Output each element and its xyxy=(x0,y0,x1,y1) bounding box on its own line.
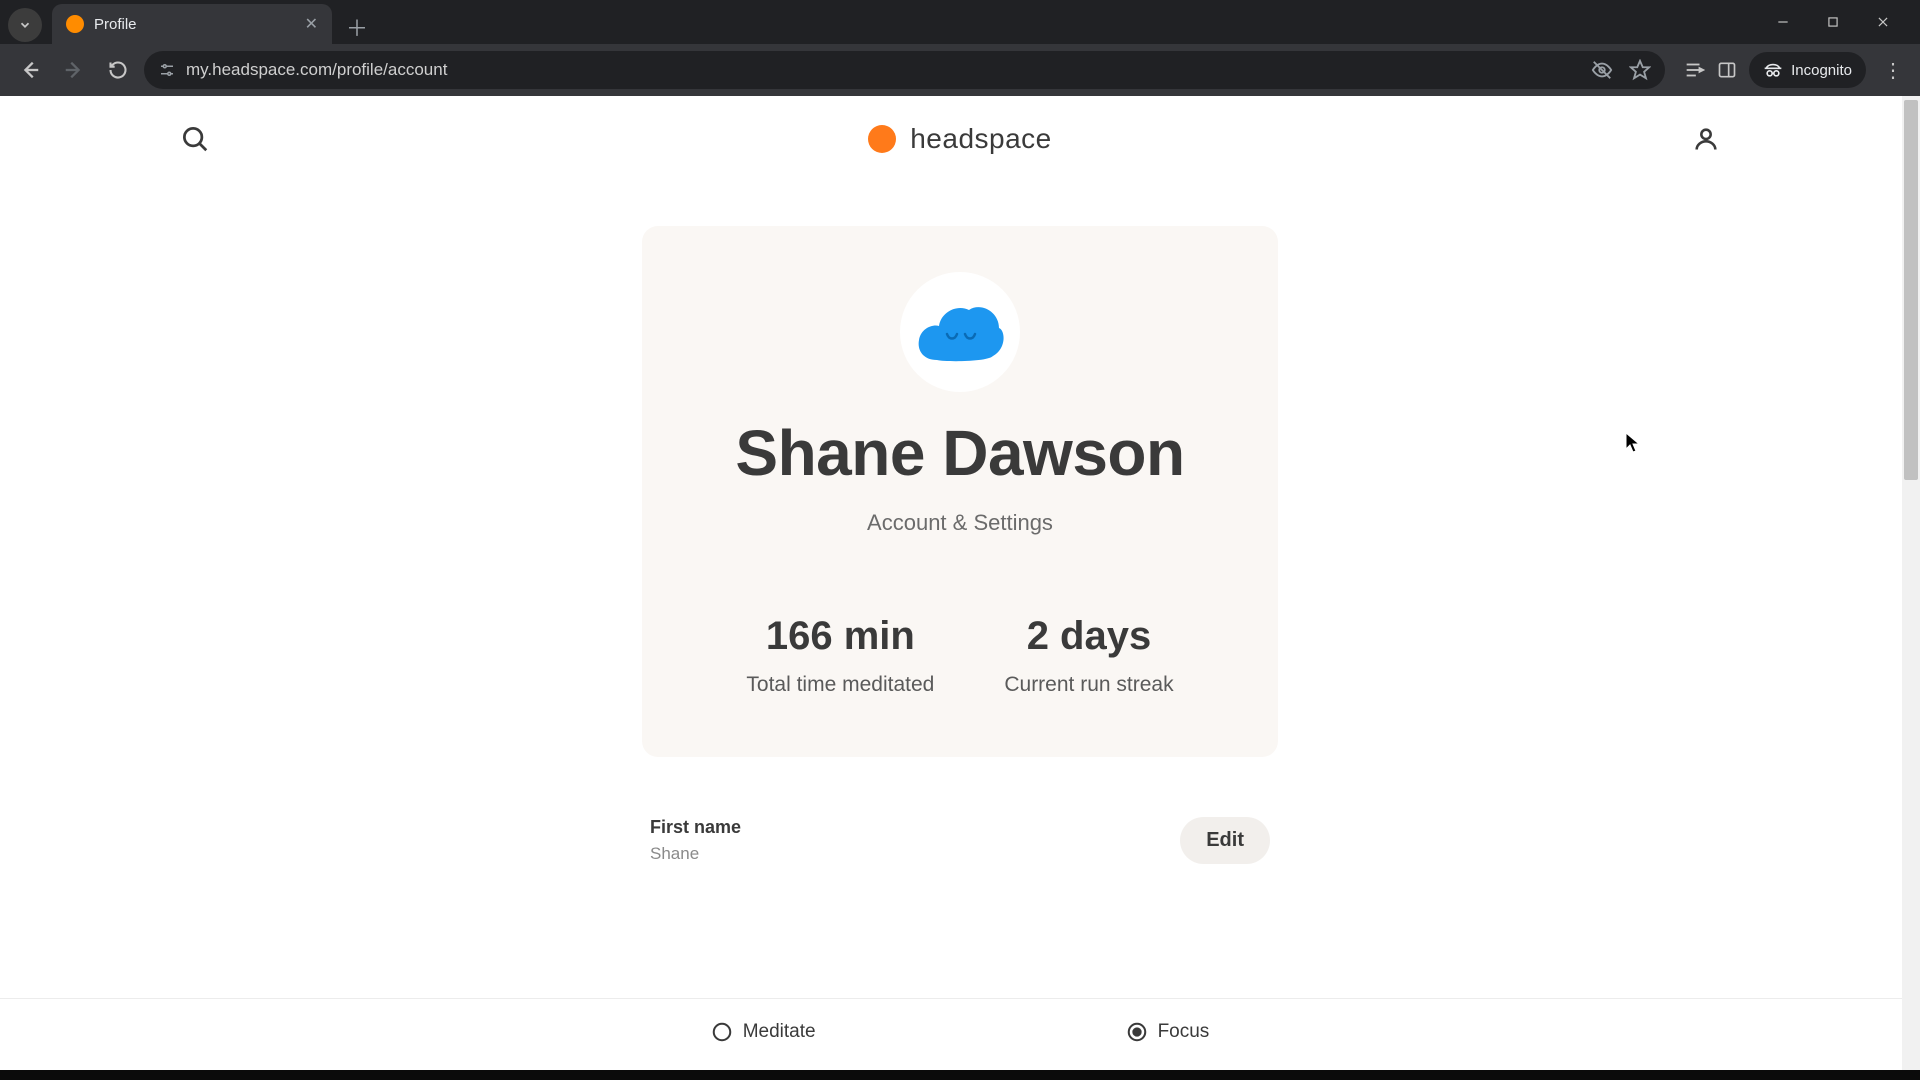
focus-icon xyxy=(1126,1021,1148,1043)
os-taskbar xyxy=(0,1070,1920,1080)
side-panel-icon[interactable] xyxy=(1717,60,1737,80)
media-control-icon[interactable] xyxy=(1683,59,1705,81)
back-button[interactable] xyxy=(12,52,48,88)
forward-button[interactable] xyxy=(56,52,92,88)
edit-button[interactable]: Edit xyxy=(1180,817,1270,864)
stat-value: 2 days xyxy=(1004,614,1173,659)
maximize-icon[interactable] xyxy=(1826,15,1848,29)
field-value: Shane xyxy=(650,844,741,864)
minimize-icon[interactable] xyxy=(1776,15,1798,29)
field-first-name: First name Shane Edit xyxy=(642,817,1278,864)
stat-label: Total time meditated xyxy=(746,673,934,697)
browser-titlebar: Profile ✕ ＋ xyxy=(0,0,1920,44)
brand-text: headspace xyxy=(910,123,1052,155)
favicon-icon xyxy=(66,15,84,33)
scrollbar-thumb[interactable] xyxy=(1904,100,1918,480)
toolbar-right: Incognito ⋮ xyxy=(1683,52,1908,88)
app-search-button[interactable] xyxy=(180,124,210,154)
url-text: my.headspace.com/profile/account xyxy=(186,60,1581,80)
cloud-icon xyxy=(915,300,1005,364)
avatar xyxy=(900,272,1020,392)
site-settings-icon[interactable] xyxy=(158,61,176,79)
scrollbar-track[interactable] xyxy=(1902,96,1920,1080)
profile-subtitle: Account & Settings xyxy=(672,510,1248,536)
bookmark-star-icon[interactable] xyxy=(1629,59,1651,81)
field-label: First name xyxy=(650,817,741,838)
incognito-icon xyxy=(1763,60,1783,80)
bottom-nav: Meditate Focus xyxy=(0,998,1920,1054)
stat-total-meditated: 166 min Total time meditated xyxy=(746,614,934,697)
browser-menu-icon[interactable]: ⋮ xyxy=(1878,58,1908,83)
tab-title: Profile xyxy=(94,16,137,33)
nav-focus[interactable]: Focus xyxy=(1126,1021,1210,1043)
new-tab-button[interactable]: ＋ xyxy=(340,10,374,44)
close-icon[interactable] xyxy=(1876,15,1898,29)
tab-close-icon[interactable]: ✕ xyxy=(305,14,318,34)
tab-search-button[interactable] xyxy=(8,8,42,42)
nav-meditate[interactable]: Meditate xyxy=(711,1021,816,1043)
stat-value: 166 min xyxy=(746,614,934,659)
profile-card: Shane Dawson Account & Settings 166 min … xyxy=(642,226,1278,757)
profile-name: Shane Dawson xyxy=(672,416,1248,490)
brand-dot-icon xyxy=(868,125,896,153)
incognito-label: Incognito xyxy=(1791,62,1852,79)
brand-logo[interactable]: headspace xyxy=(868,123,1052,155)
profile-stats: 166 min Total time meditated 2 days Curr… xyxy=(672,614,1248,697)
browser-toolbar: my.headspace.com/profile/account Incogni… xyxy=(0,44,1920,96)
stat-run-streak: 2 days Current run streak xyxy=(1004,614,1173,697)
nav-label: Meditate xyxy=(743,1021,816,1043)
stat-label: Current run streak xyxy=(1004,673,1173,697)
app-header: headspace xyxy=(0,96,1920,182)
eye-off-icon[interactable] xyxy=(1591,59,1613,81)
nav-label: Focus xyxy=(1158,1021,1210,1043)
browser-tab-active[interactable]: Profile ✕ xyxy=(52,4,332,44)
window-controls xyxy=(1776,0,1912,44)
meditate-icon xyxy=(711,1021,733,1043)
address-bar[interactable]: my.headspace.com/profile/account xyxy=(144,51,1665,89)
app-profile-button[interactable] xyxy=(1692,125,1720,153)
page-viewport: headspace Shane Dawson Account & Setting… xyxy=(0,96,1920,1080)
reload-button[interactable] xyxy=(100,52,136,88)
incognito-indicator[interactable]: Incognito xyxy=(1749,52,1866,88)
